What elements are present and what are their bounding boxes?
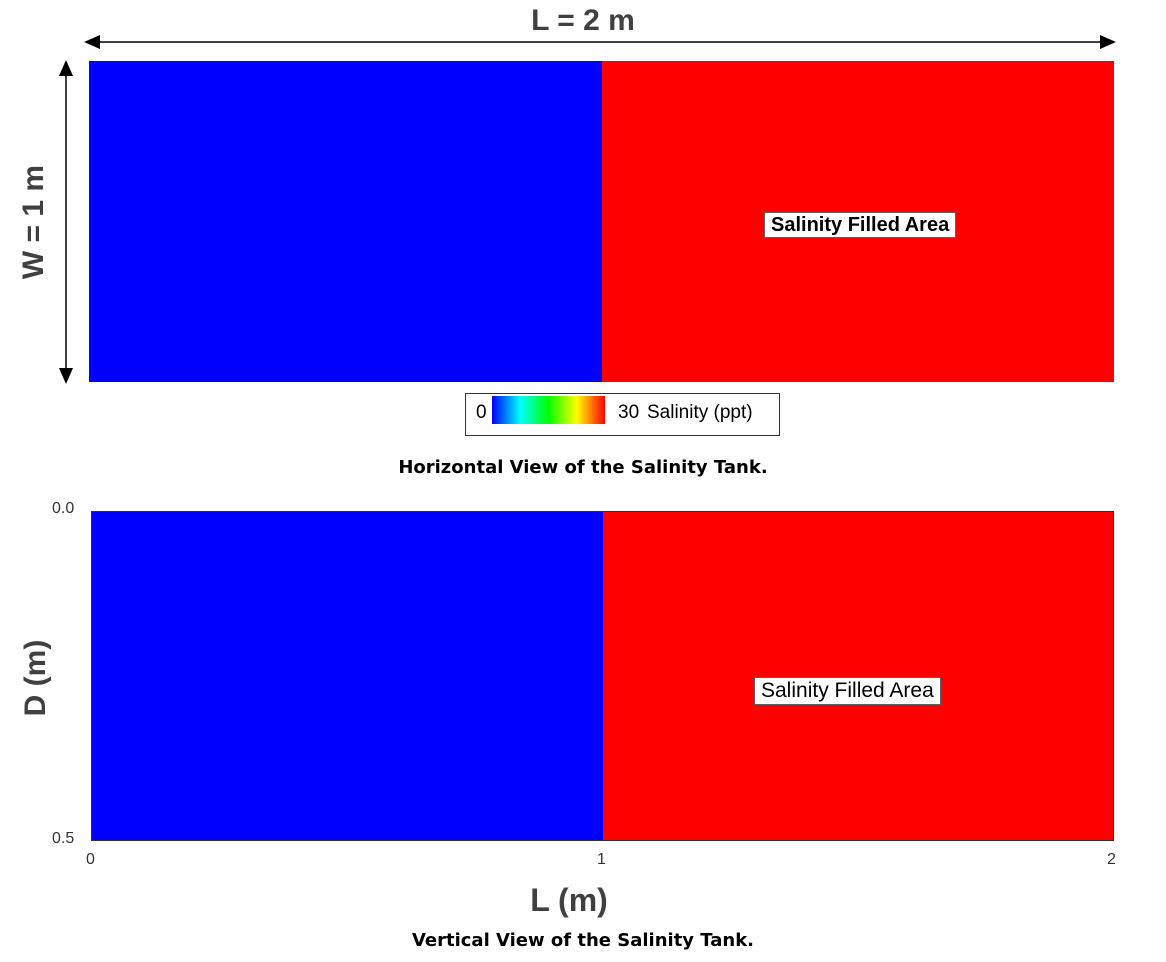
- x-tick-label: 1: [597, 851, 606, 868]
- colorbar-min-label: 0: [476, 402, 487, 423]
- colorbar-title: Salinity (ppt): [647, 402, 753, 423]
- salinity-filled-area-label: Salinity Filled Area: [754, 677, 941, 705]
- salinity-filled-area-label: Salinity Filled Area: [764, 212, 957, 238]
- colorbar-max-label: 30: [618, 402, 640, 423]
- x-tick-label: 0: [86, 851, 95, 868]
- width-dimension-arrow: [59, 60, 73, 384]
- arrowhead-left-icon: [84, 35, 100, 49]
- length-dimension-arrow: [84, 35, 1116, 49]
- x-tick-label: 2: [1107, 851, 1116, 868]
- arrowhead-right-icon: [1100, 35, 1116, 49]
- bottom-tank-view: Salinity Filled Area: [91, 511, 1114, 841]
- arrowhead-up-icon: [59, 60, 73, 76]
- saline-region: [602, 512, 1113, 840]
- horizontal-view-caption: Horizontal View of the Salinity Tank.: [398, 457, 768, 478]
- freshwater-region: [89, 61, 602, 382]
- colorbar-legend: 0 30 Salinity (ppt): [465, 393, 780, 436]
- colorbar-gradient: [492, 396, 605, 424]
- freshwater-region: [92, 512, 603, 840]
- vertical-view-caption: Vertical View of the Salinity Tank.: [411, 930, 755, 951]
- x-axis-label: L (m): [530, 882, 608, 918]
- arrowhead-down-icon: [59, 368, 73, 384]
- top-tank-view: Salinity Filled Area: [89, 61, 1114, 382]
- y-tick-label: 0.5: [52, 830, 75, 847]
- y-tick-label: 0.0: [52, 500, 75, 517]
- y-axis-label: D (m): [19, 639, 52, 717]
- width-dimension-label: W = 1 m: [17, 164, 50, 280]
